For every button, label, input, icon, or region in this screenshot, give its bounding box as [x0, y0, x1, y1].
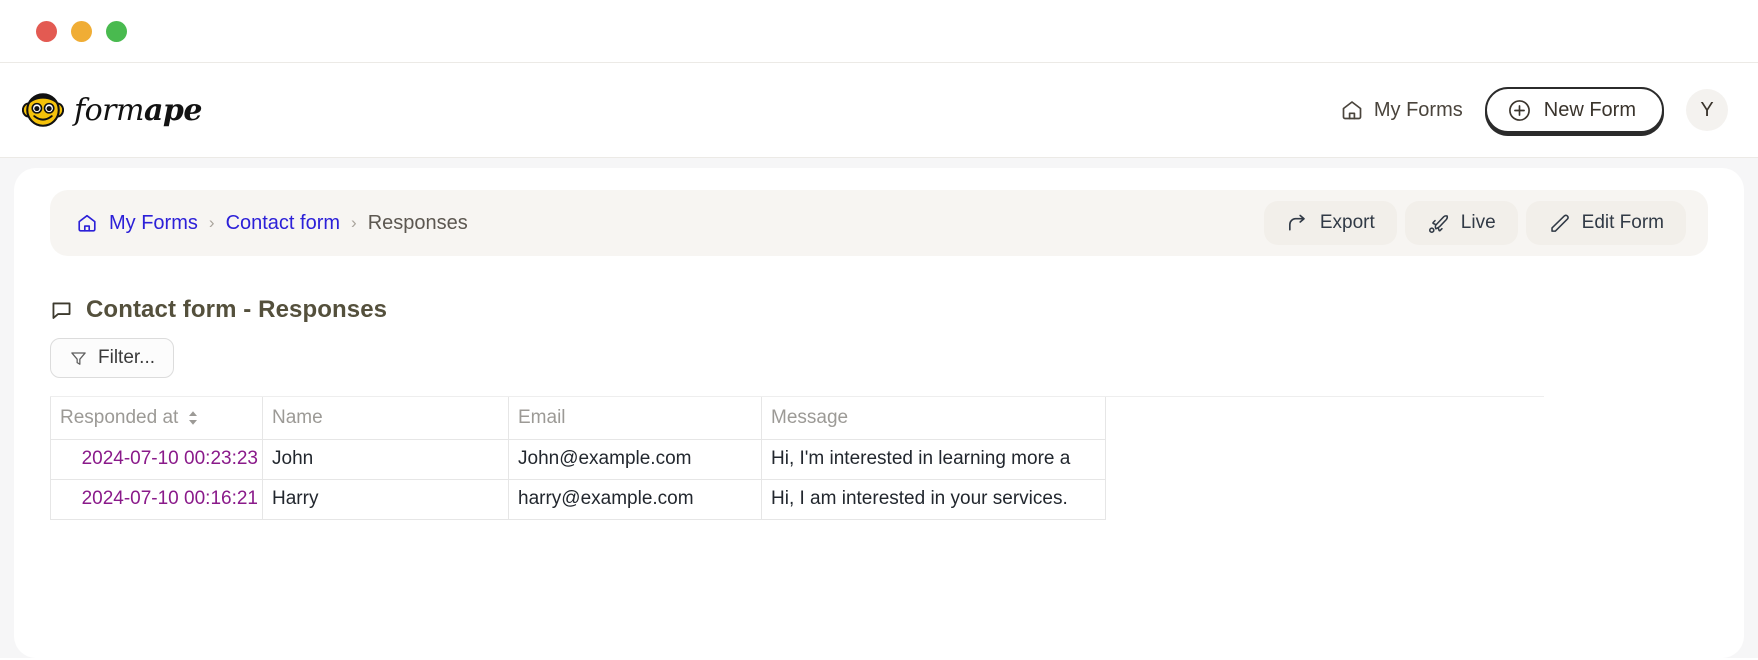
- column-header-label: Message: [771, 406, 849, 428]
- column-header-label: Responded at: [60, 406, 179, 428]
- my-forms-nav-link[interactable]: My Forms: [1340, 98, 1463, 122]
- pencil-icon: [1550, 214, 1569, 232]
- breadcrumb-action-buttons: Export Live Edit Form: [1263, 201, 1686, 245]
- column-header-email[interactable]: Email: [508, 397, 762, 440]
- breadcrumb-item-contact-form[interactable]: Contact form: [226, 212, 340, 235]
- brand-logo[interactable]: formape: [22, 89, 202, 131]
- cell-message: Hi, I am interested in your services.: [761, 479, 1106, 520]
- new-form-button[interactable]: New Form: [1484, 87, 1664, 133]
- brand-wordmark: formape: [74, 93, 202, 128]
- avatar-initial: Y: [1700, 98, 1714, 121]
- rocket-icon: [1428, 214, 1448, 233]
- breadcrumb-bar: My Forms › Contact form › Responses Expo…: [50, 190, 1708, 256]
- sort-updown-icon[interactable]: [186, 410, 200, 426]
- window-close-button[interactable]: [36, 20, 57, 42]
- brand-word-form: form: [74, 92, 144, 128]
- column-header-responded-at[interactable]: Responded at: [50, 397, 263, 440]
- speech-bubble-icon: [52, 301, 71, 319]
- cell-responded-at[interactable]: 2024-07-10 00:23:23: [50, 439, 263, 480]
- brand-word-ape: ape: [143, 92, 203, 128]
- cell-email: John@example.com: [508, 439, 762, 480]
- cell-name: Harry: [262, 479, 509, 520]
- live-button[interactable]: Live: [1404, 201, 1518, 245]
- column-header-responded-at-inner: Responded at: [60, 407, 253, 429]
- filter-label: Filter...: [98, 347, 156, 368]
- export-label: Export: [1319, 212, 1375, 233]
- table-row[interactable]: 2024-07-10 00:23:23 John John@example.co…: [50, 439, 1106, 480]
- my-forms-label: My Forms: [1373, 98, 1463, 121]
- page-title-row: Contact form - Responses: [50, 296, 1744, 324]
- export-button[interactable]: Export: [1263, 201, 1397, 245]
- funnel-icon: [71, 351, 86, 365]
- share-arrow-icon: [1288, 214, 1305, 231]
- cell-email: harry@example.com: [508, 479, 762, 520]
- column-header-name[interactable]: Name: [262, 397, 509, 440]
- window-maximize-button[interactable]: [106, 20, 127, 42]
- header-actions: My Forms New Form Y: [1340, 87, 1728, 133]
- home-icon: [78, 214, 96, 232]
- breadcrumb-separator: ›: [208, 213, 215, 232]
- table-head: Responded at Name Email Message: [50, 397, 1106, 440]
- window-minimize-button[interactable]: [71, 20, 92, 42]
- monkey-face-logo-icon: [22, 93, 64, 127]
- cell-message: Hi, I'm interested in learning more a: [761, 439, 1106, 480]
- filter-button[interactable]: Filter...: [50, 338, 175, 378]
- responses-table: Responded at Name Email Message 2024-07-…: [50, 397, 1106, 520]
- live-label: Live: [1460, 212, 1496, 233]
- cell-name: John: [262, 439, 509, 480]
- home-icon: [1342, 101, 1362, 120]
- column-header-label: Name: [272, 406, 323, 428]
- table-header-row: Responded at Name Email Message: [50, 397, 1106, 440]
- page-title: Contact form - Responses: [86, 296, 388, 323]
- breadcrumb-item-responses: Responses: [367, 211, 468, 234]
- plus-circle-icon: [1508, 99, 1530, 121]
- edit-form-button[interactable]: Edit Form: [1525, 201, 1686, 245]
- breadcrumb-separator: ›: [351, 213, 357, 232]
- breadcrumb: My Forms › Contact form › Responses: [76, 212, 468, 235]
- app-header: formape My Forms New Form Y: [0, 62, 1758, 158]
- column-header-label: Email: [518, 406, 566, 428]
- cell-responded-at[interactable]: 2024-07-10 00:16:21: [50, 479, 263, 520]
- table-body: 2024-07-10 00:23:23 John John@example.co…: [50, 439, 1106, 520]
- breadcrumb-item-my-forms[interactable]: My Forms: [109, 212, 198, 235]
- avatar[interactable]: Y: [1686, 89, 1728, 131]
- window-titlebar: [0, 0, 1758, 62]
- edit-form-label: Edit Form: [1581, 212, 1664, 233]
- breadcrumb-home-icon-wrap[interactable]: [76, 212, 98, 234]
- table-row[interactable]: 2024-07-10 00:16:21 Harry harry@example.…: [50, 479, 1106, 520]
- new-form-label: New Form: [1543, 98, 1636, 121]
- page-background: My Forms › Contact form › Responses Expo…: [0, 158, 1758, 658]
- content-card: My Forms › Contact form › Responses Expo…: [14, 168, 1744, 658]
- column-header-message[interactable]: Message: [761, 397, 1106, 440]
- responses-table-wrapper: Responded at Name Email Message 2024-07-…: [50, 396, 1544, 520]
